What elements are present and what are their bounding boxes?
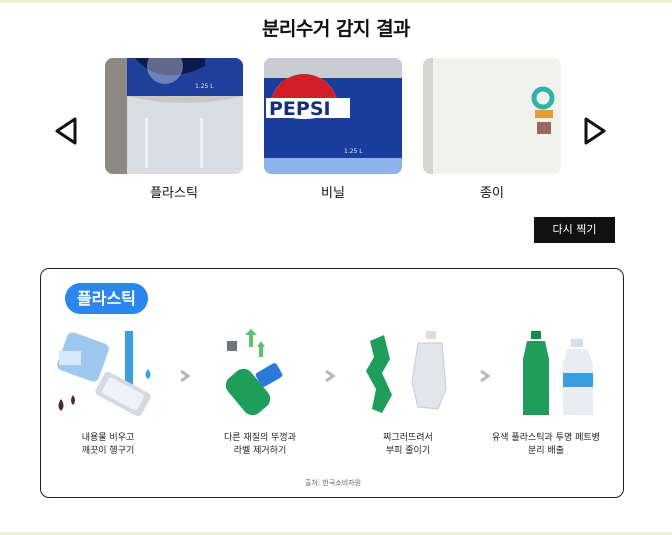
source-caption: 출처: 한국소비자원 — [304, 479, 362, 487]
carousel-image-plastic[interactable]: 1.25 L — [105, 58, 243, 174]
carousel-label-plastic: 플라스틱 — [150, 186, 198, 201]
svg-text:PEPSI: PEPSI — [269, 98, 331, 120]
rinse-bottle-icon — [57, 331, 151, 417]
carousel-image-vinyl[interactable]: PEPSI 1.25 L — [264, 58, 402, 174]
category-badge: 플라스틱 — [65, 283, 148, 314]
carousel-label-vinyl: 비닐 — [321, 186, 345, 201]
step-4-line-2: 분리 배출 — [528, 446, 564, 456]
step-3-text: 찌그러뜨려서 부피 줄이기 — [333, 432, 483, 458]
step-1-line-1: 내용물 비우고 — [81, 433, 135, 443]
remove-cap-label-icon — [225, 329, 283, 416]
svg-text:1.25 L: 1.25 L — [344, 148, 363, 155]
step-2-text: 다른 재질의 뚜껑과 라벨 제거하기 — [185, 432, 335, 458]
carousel-image-paper[interactable] — [423, 58, 561, 174]
retake-button[interactable]: 다시 찍기 — [534, 217, 615, 243]
step-2-line-2: 라벨 제거하기 — [233, 446, 287, 456]
chevron-left-icon[interactable] — [53, 116, 79, 146]
step-1-text: 내용물 비우고 깨끗이 헹구기 — [33, 432, 183, 458]
chevron-right-icon — [325, 369, 336, 383]
carousel-label-paper: 종이 — [480, 186, 504, 201]
separate-bottles-icon — [523, 331, 593, 415]
step-3-line-1: 찌그러뜨려서 — [383, 433, 433, 443]
svg-text:1.25 L: 1.25 L — [195, 83, 214, 90]
step-2-line-1: 다른 재질의 뚜껑과 — [224, 433, 296, 443]
chevron-right-icon[interactable] — [582, 116, 608, 146]
recycling-guide-card: 플라스틱 내용물 비우고 깨끗이 헹구기 다른 재질의 뚜껑과 라벨 제거하기 … — [40, 268, 624, 498]
step-4-text: 유색 플라스틱과 투명 페트병 분리 배출 — [471, 432, 621, 458]
chevron-right-icon — [180, 369, 191, 383]
step-4-line-1: 유색 플라스틱과 투명 페트병 — [492, 433, 600, 443]
crush-bottle-icon — [366, 331, 447, 413]
chevron-right-icon — [480, 369, 491, 383]
step-1-line-2: 깨끗이 헹구기 — [81, 446, 135, 456]
page-title: 분리수거 감지 결과 — [261, 18, 411, 40]
step-3-line-2: 부피 줄이기 — [385, 446, 431, 456]
top-divider — [0, 0, 672, 3]
